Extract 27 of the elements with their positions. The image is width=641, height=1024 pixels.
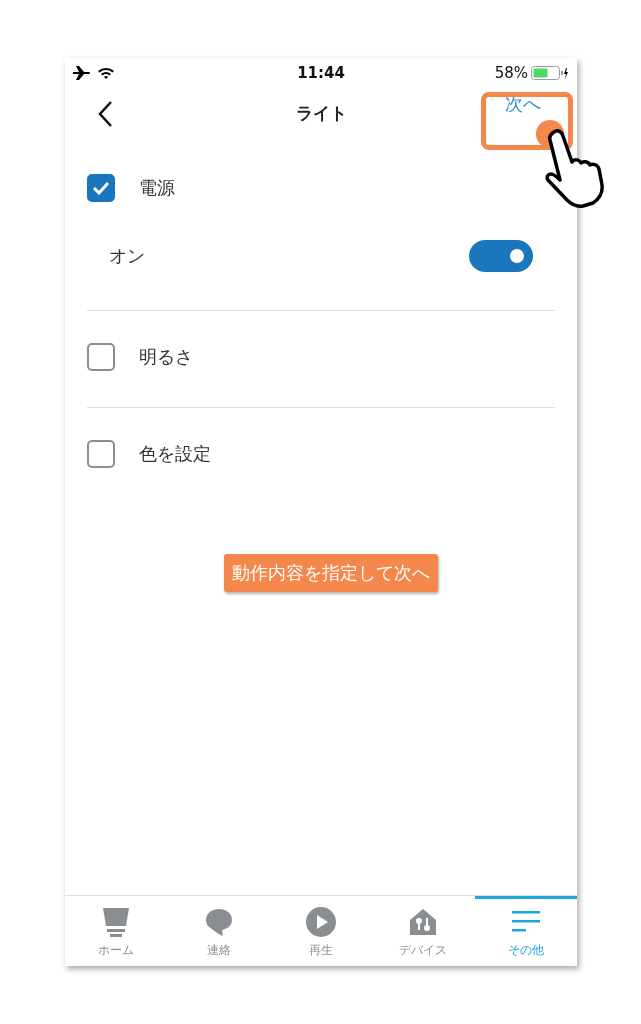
- wifi-icon: [97, 66, 115, 80]
- tab[interactable]: 連絡: [167, 896, 270, 966]
- house-icon: [408, 906, 439, 938]
- next-button[interactable]: 次へ: [505, 92, 541, 116]
- status-time: 11:44: [297, 64, 345, 82]
- battery-percent: 58%: [494, 64, 528, 82]
- tab[interactable]: その他: [474, 896, 578, 966]
- option-label: 明るさ: [139, 345, 193, 369]
- airplane-icon: [73, 66, 91, 80]
- back-icon[interactable]: [97, 100, 113, 128]
- tab[interactable]: デバイス: [372, 896, 475, 966]
- screen-title: ライト: [295, 101, 347, 125]
- checkbox[interactable]: [87, 343, 115, 371]
- checkbox[interactable]: [87, 440, 115, 468]
- checkbox[interactable]: [87, 174, 115, 202]
- tab[interactable]: ホーム: [65, 896, 168, 966]
- toggle-switch[interactable]: [469, 240, 533, 272]
- play-icon: [305, 906, 337, 938]
- option-label: 色を設定: [139, 442, 211, 466]
- speaker-icon: [101, 906, 132, 938]
- option-label: 電源: [139, 176, 175, 200]
- battery-icon: [531, 66, 569, 80]
- speech-bubble-icon: [203, 906, 234, 938]
- instruction-callout: 動作内容を指定して次へ: [224, 554, 438, 592]
- tab[interactable]: 再生: [269, 896, 373, 966]
- check-icon: [92, 181, 110, 195]
- toggle-label: オン: [109, 244, 145, 268]
